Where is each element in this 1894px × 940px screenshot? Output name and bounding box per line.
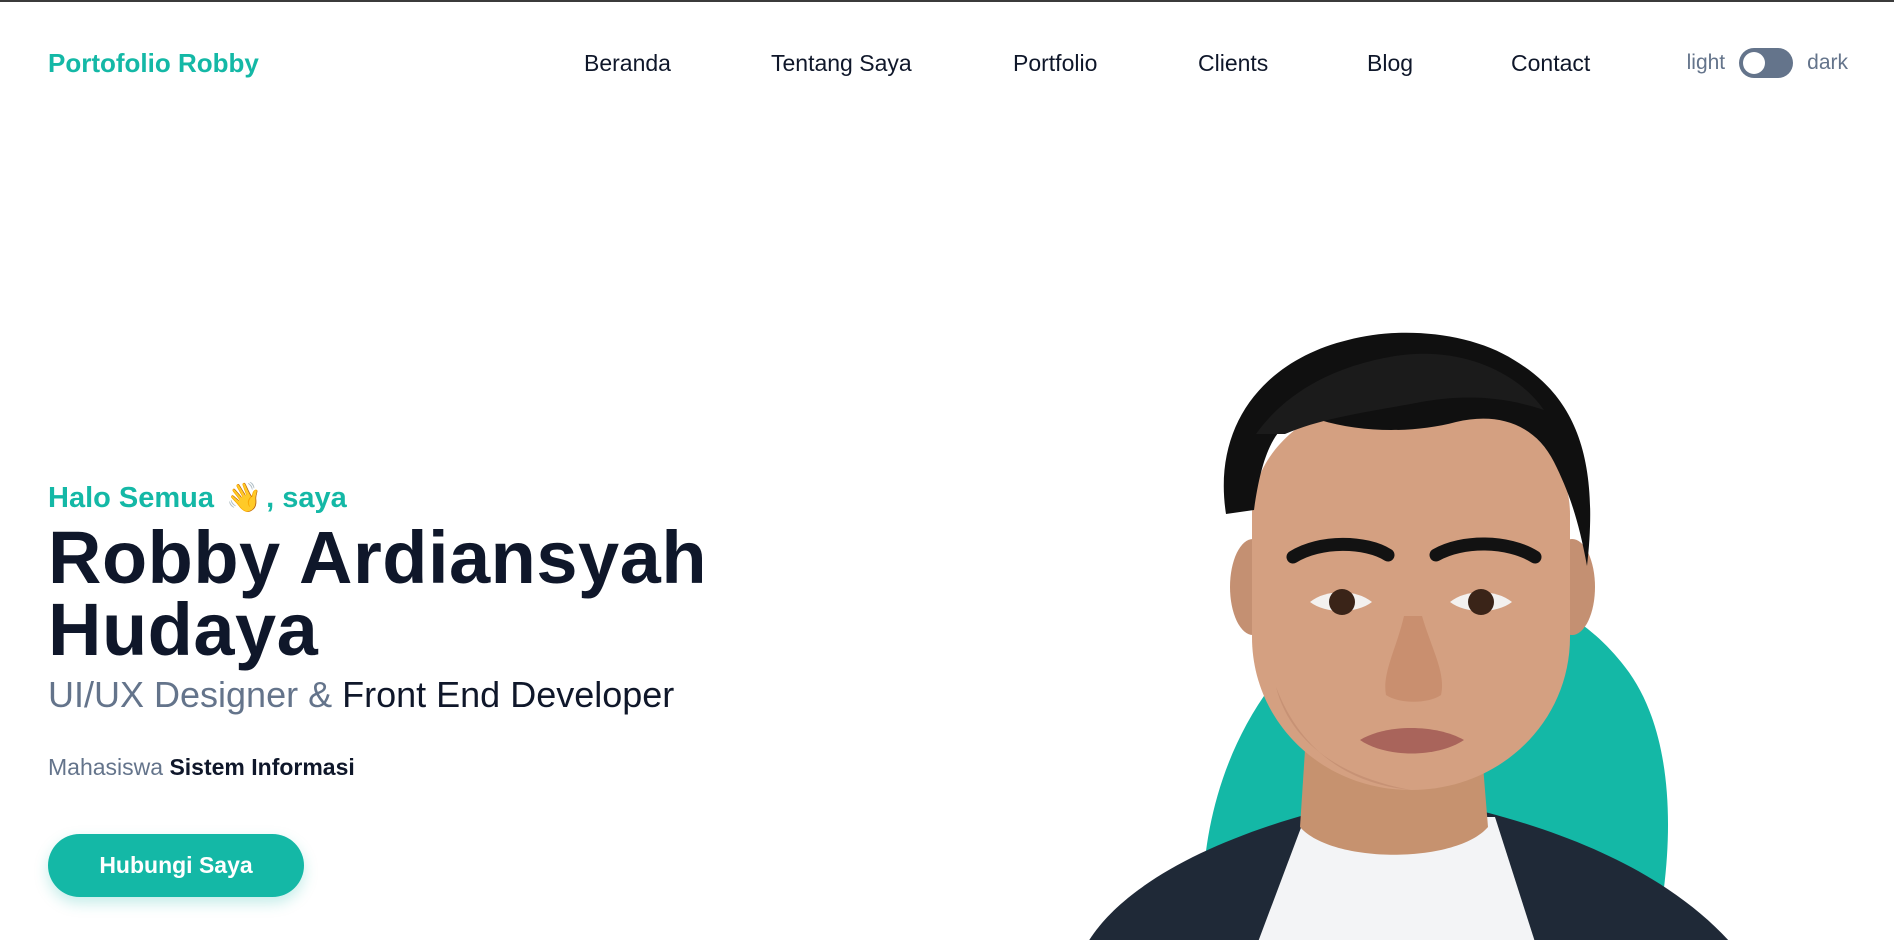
navbar: Portofolio Robby Beranda Tentang Saya Po… bbox=[0, 2, 1894, 124]
portfolio-page: Portofolio Robby Beranda Tentang Saya Po… bbox=[0, 0, 1894, 940]
nav-clients[interactable]: Clients bbox=[1198, 50, 1268, 77]
hero-desc-strong: Sistem Informasi bbox=[169, 754, 355, 780]
waving-hand-icon: 👋 bbox=[226, 482, 263, 514]
hero-role-part1: UI/UX Designer & bbox=[48, 674, 333, 715]
profile-photo bbox=[1080, 332, 1740, 940]
hero-role: UI/UX Designer & Front End Developer bbox=[48, 674, 674, 716]
greeting-prefix: Halo Semua bbox=[48, 482, 214, 514]
nav-beranda[interactable]: Beranda bbox=[584, 50, 671, 77]
theme-dark-label: dark bbox=[1807, 51, 1848, 74]
greeting-text: Halo Semua 👋, saya bbox=[48, 481, 347, 515]
toggle-knob bbox=[1743, 52, 1766, 74]
hero-desc-prefix: Mahasiswa bbox=[48, 754, 164, 780]
theme-switch: light dark bbox=[1687, 48, 1848, 78]
contact-me-button[interactable]: Hubungi Saya bbox=[48, 834, 304, 897]
brand-logo[interactable]: Portofolio Robby bbox=[48, 48, 259, 79]
nav-blog[interactable]: Blog bbox=[1367, 50, 1413, 77]
nav-contact[interactable]: Contact bbox=[1511, 50, 1590, 77]
profile-portrait-illustration bbox=[1089, 332, 1729, 940]
hero-name: Robby Ardiansyah Hudaya bbox=[48, 516, 708, 671]
theme-toggle[interactable] bbox=[1739, 48, 1794, 78]
hero-description: Mahasiswa Sistem Informasi bbox=[48, 754, 355, 781]
greeting-suffix: , saya bbox=[266, 482, 347, 514]
hero-role-part2: Front End Developer bbox=[342, 674, 675, 715]
nav-tentang-saya[interactable]: Tentang Saya bbox=[771, 50, 912, 77]
theme-light-label: light bbox=[1686, 51, 1726, 74]
nav-portfolio[interactable]: Portfolio bbox=[1013, 50, 1097, 77]
